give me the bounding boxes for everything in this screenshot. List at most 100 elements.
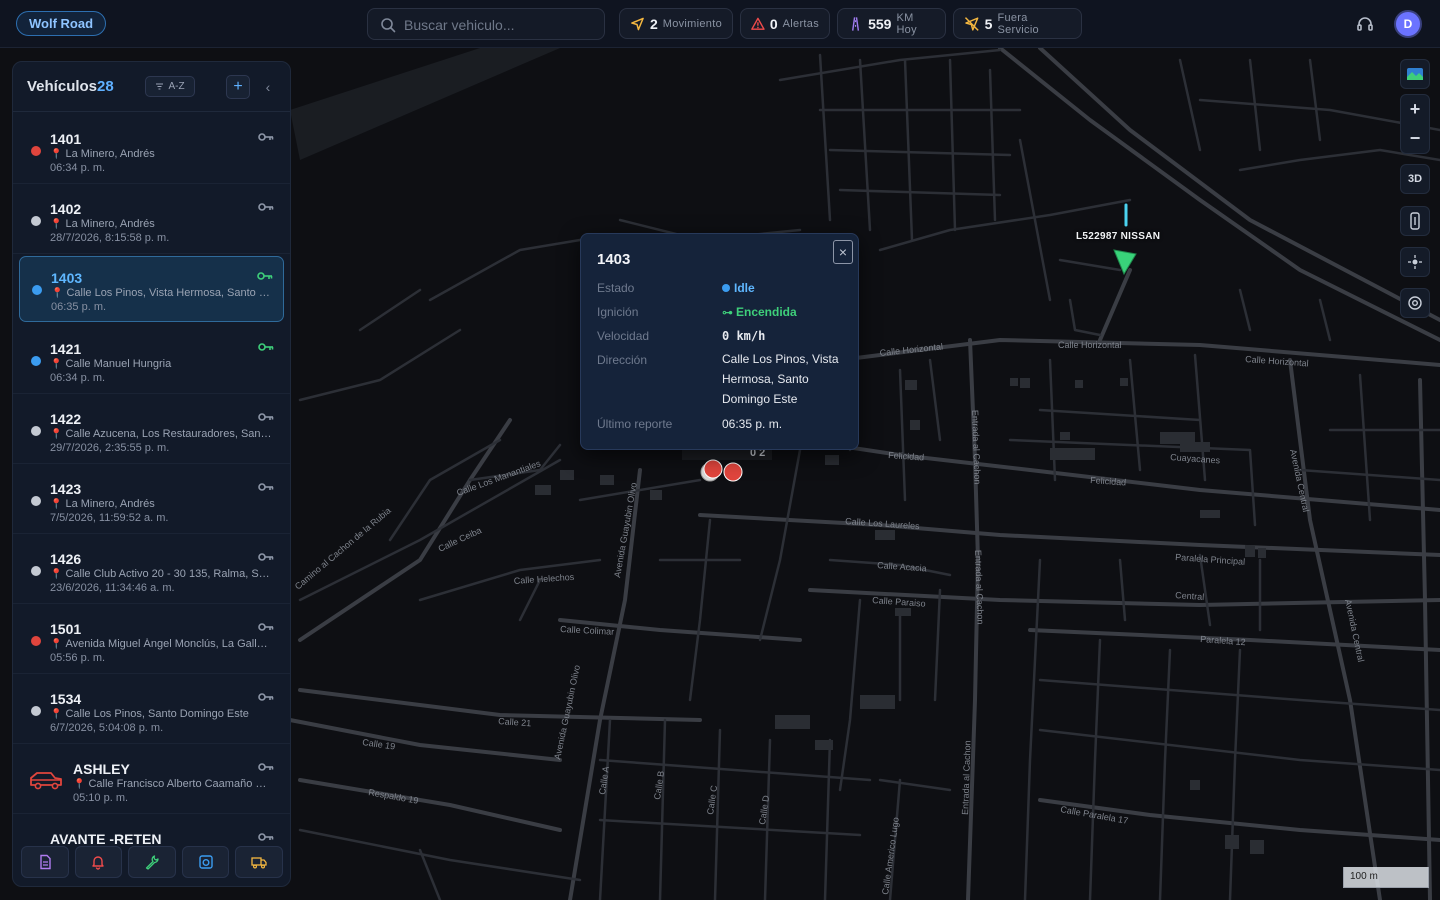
vehicle-list-item[interactable]: 1403 📍 Calle Los Pinos, Vista Hermosa, San…	[19, 256, 284, 322]
stat-fuera-servicio[interactable]: 5 Fuera Servicio	[953, 8, 1082, 39]
view-3d-button[interactable]: 3D	[1400, 164, 1430, 194]
map-pin-icon: 📍	[51, 288, 64, 299]
vehicle-address: 📍 La Minero, Andrés	[50, 148, 272, 160]
vehicle-address: 📍 Calle Club Activo 20 - 30 135, Ralma, S…	[50, 568, 272, 580]
brand-badge[interactable]: Wolf Road	[16, 11, 107, 36]
ignicion-value: ⊶ Encendida	[722, 305, 797, 319]
status-dot-icon	[31, 566, 41, 576]
key-icon	[258, 483, 274, 491]
map-pin-icon: 📍	[50, 149, 63, 160]
sidebar-title: Vehículos	[27, 78, 98, 95]
vehicle-time: 05:10 p. m.	[73, 792, 129, 804]
stat-value: 559	[868, 15, 892, 32]
vehicle-time: 23/6/2026, 11:34:46 a. m.	[50, 582, 175, 594]
zoom-in-button[interactable]: +	[1401, 95, 1429, 124]
vehicle-address: 📍 Calle Los Pinos, Santo Domingo Este	[50, 708, 272, 720]
key-icon	[258, 833, 274, 841]
vehicle-name: 1501	[50, 621, 82, 637]
vehicle-map-label[interactable]: L522987 NISSAN	[1076, 231, 1160, 242]
direccion-label: Dirección	[597, 353, 648, 367]
search-input[interactable]	[404, 15, 594, 35]
map-style-button[interactable]	[1400, 59, 1430, 89]
vehicle-time: 29/7/2026, 2:35:55 p. m.	[50, 442, 170, 454]
vehicle-address: 📍 Calle Francisco Alberto Caamaño Deñó	[73, 778, 273, 790]
velocidad-value: 0 km/h	[722, 329, 766, 343]
camera-button[interactable]	[181, 846, 230, 878]
vehicle-list-item[interactable]: 1401 📍 La Minero, Andrés 06:34 p. m.	[13, 114, 290, 184]
document-icon	[40, 854, 51, 870]
vehicle-list-item[interactable]: 1402 📍 La Minero, Andrés 28/7/2026, 8:15:58…	[13, 184, 290, 254]
key-icon	[258, 413, 274, 421]
reports-button[interactable]	[21, 846, 69, 878]
stat-movimiento[interactable]: 2 Movimiento	[619, 8, 733, 39]
avatar[interactable]: D	[1394, 10, 1422, 38]
target-icon	[1408, 296, 1422, 310]
vehicle-name: ASHLEY	[73, 761, 130, 777]
center-location-button[interactable]	[1400, 247, 1430, 277]
key-icon	[258, 763, 274, 771]
vehicle-address: 📍 La Minero, Andrés	[50, 218, 272, 230]
truck-icon	[30, 772, 62, 790]
map-pin-icon: 📍	[73, 779, 86, 790]
direccion-value: Calle Los Pinos, Vista Hermosa, Santo Do…	[722, 352, 839, 406]
collapse-sidebar-button[interactable]: ‹	[258, 75, 278, 99]
vehicle-time: 28/7/2026, 8:15:58 p. m.	[50, 232, 170, 244]
add-vehicle-button[interactable]: +	[226, 75, 250, 99]
map-pin-icon: 📍	[50, 709, 63, 720]
key-icon	[258, 623, 274, 631]
vehicle-time: 05:56 p. m.	[50, 652, 106, 664]
vehicle-list-item[interactable]: 1426 📍 Calle Club Activo 20 - 30 135, Ralm…	[13, 534, 290, 604]
vehicle-name: 1403	[51, 270, 83, 286]
camera-icon	[198, 855, 213, 869]
fleet-button[interactable]	[235, 846, 283, 878]
stat-alertas[interactable]: 0 Alertas	[740, 8, 830, 39]
status-dot-icon	[31, 146, 41, 156]
support-button[interactable]	[1351, 10, 1379, 38]
status-dot-icon	[31, 216, 41, 226]
sort-button[interactable]: A-Z	[145, 76, 195, 97]
vehicle-time: 7/5/2026, 11:59:52 a. m.	[50, 512, 169, 524]
stat-label: KM Hoy	[896, 11, 917, 36]
traffic-button[interactable]	[1400, 206, 1430, 236]
map-pin-icon: 📍	[50, 639, 63, 650]
vehicle-list-item[interactable]: AVANTE -RETEN	[13, 814, 290, 844]
map-scale: 100 m	[1343, 867, 1429, 888]
map-layers-icon	[1407, 68, 1423, 80]
vehicle-list-item[interactable]: 1501 📍 Avenida Miguel Ángel Monclús, La Ga…	[13, 604, 290, 674]
vehicle-address-text: Calle Francisco Alberto Caamaño Deñó	[88, 778, 273, 790]
vehicle-list-item[interactable]: 1534 📍 Calle Los Pinos, Santo Domingo Este…	[13, 674, 290, 744]
vehicle-time: 6/7/2026, 5:04:08 p. m.	[50, 722, 164, 734]
close-popup-button[interactable]: ×	[833, 240, 853, 264]
zoom-out-button[interactable]: −	[1401, 124, 1429, 153]
target-button[interactable]	[1400, 288, 1430, 318]
traffic-light-icon	[1410, 212, 1420, 230]
truck-icon	[251, 857, 267, 869]
vehicle-address-text: La Minero, Andrés	[65, 148, 155, 160]
map-pin-icon: 📍	[50, 499, 63, 510]
search-icon	[381, 18, 396, 33]
maintenance-button[interactable]	[128, 846, 176, 878]
stat-km-hoy[interactable]: 559 KM Hoy	[837, 8, 946, 39]
top-bar: Wolf Road 2 Movimiento 0 Alertas 559 KM …	[0, 0, 1440, 48]
status-dot-icon	[31, 636, 41, 646]
vehicle-address-text: Avenida Miguel Ángel Monclús, La Gallera	[65, 638, 272, 650]
vehicle-name: 1401	[50, 131, 82, 147]
stat-label: Fuera Servicio	[997, 11, 1039, 36]
popup-title: 1403	[597, 251, 631, 268]
no-navigation-icon	[964, 16, 979, 31]
vehicle-list-item[interactable]: ASHLEY 📍 Calle Francisco Alberto Caamaño D…	[13, 744, 290, 814]
vehicle-time: 06:34 p. m.	[50, 162, 106, 174]
vehicle-list-item[interactable]: 1423 📍 La Minero, Andrés 7/5/2026, 11:59:52…	[13, 464, 290, 534]
vehicle-search[interactable]	[367, 8, 605, 40]
key-icon	[258, 133, 274, 141]
vehicle-name: AVANTE -RETEN	[50, 831, 162, 844]
vehicle-time: 06:35 p. m.	[51, 301, 107, 313]
alerts-button[interactable]	[74, 846, 123, 878]
vehicle-address: 📍 Calle Los Pinos, Vista Hermosa, Santo D…	[51, 287, 273, 299]
vehicle-address-text: Calle Club Activo 20 - 30 135, Ralma, Sa…	[65, 568, 272, 580]
status-dot-icon	[31, 706, 41, 716]
svg-text:Central: Central	[1175, 590, 1205, 602]
vehicle-list-item[interactable]: 1422 📍 Calle Azucena, Los Restauradores, S…	[13, 394, 290, 464]
map-pin-icon: 📍	[50, 219, 63, 230]
vehicle-list-item[interactable]: 1421 📍 Calle Manuel Hungria 06:34 p. m.	[13, 324, 290, 394]
